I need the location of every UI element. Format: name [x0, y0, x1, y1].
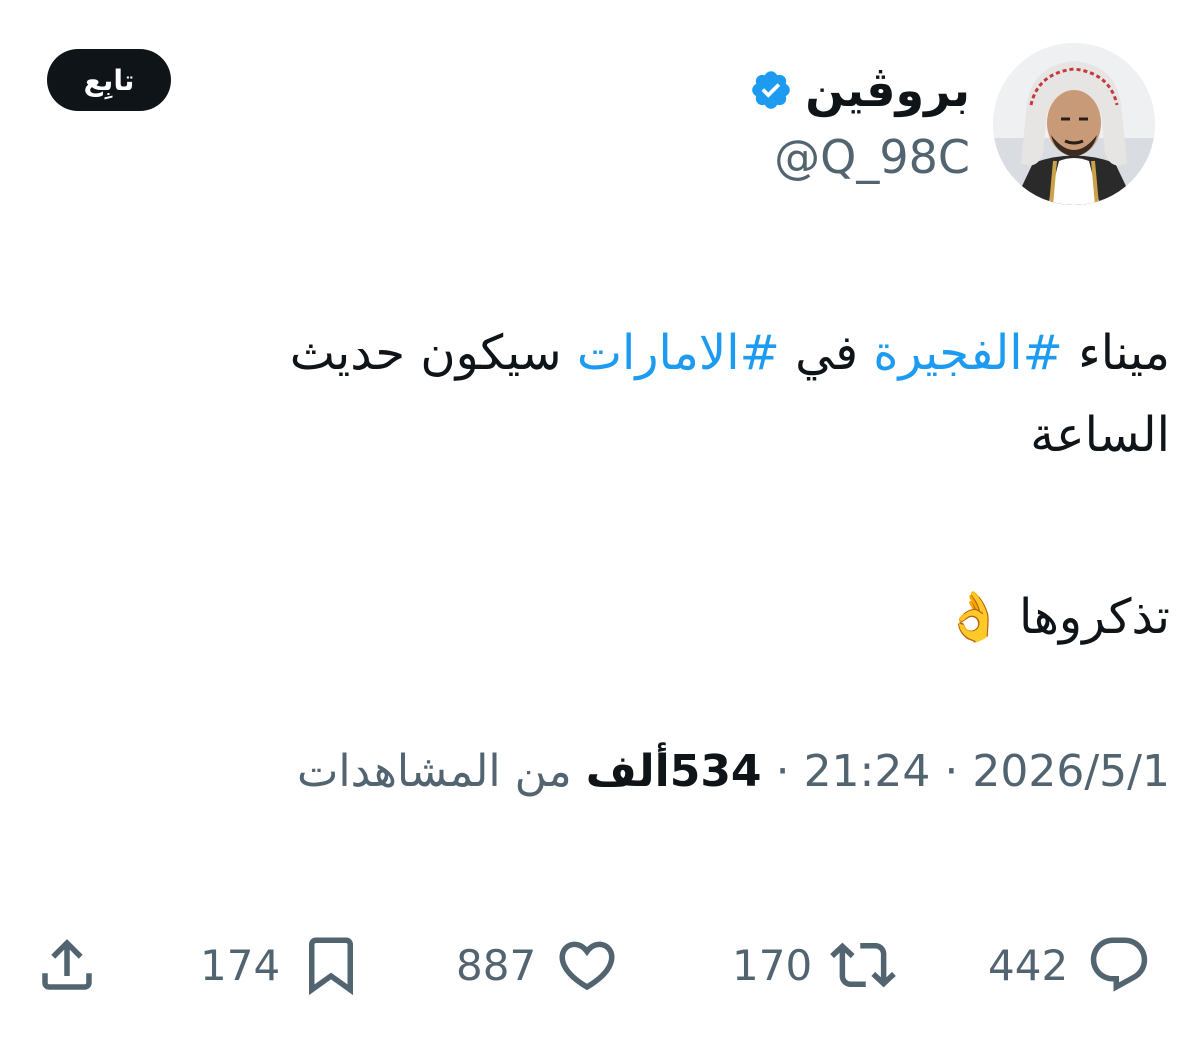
- tweet-text: ميناء #الفجيرة في #الامارات سيكون حديث ا…: [70, 312, 1170, 658]
- views-count: 534ألف: [585, 746, 762, 797]
- retweet-button[interactable]: 170: [732, 925, 896, 1005]
- reply-count: 442: [988, 940, 1069, 990]
- bookmark-count: 174: [200, 940, 281, 990]
- retweet-count: 170: [732, 940, 813, 990]
- tweet-line-1: ميناء #الفجيرة في #الامارات سيكون حديث: [70, 312, 1170, 394]
- tweet-date[interactable]: 2026/5/1: [972, 746, 1170, 797]
- tweet-word: تذكروها: [1018, 589, 1170, 645]
- retweet-icon: [830, 942, 896, 988]
- tweet-line-2: الساعة: [1030, 407, 1170, 463]
- tweet-word: سيكون حديث: [289, 325, 562, 381]
- tweet-word: في: [795, 325, 859, 381]
- hashtag-link[interactable]: #الفجيرة: [873, 325, 1063, 381]
- follow-button[interactable]: تابِع: [47, 49, 171, 111]
- tweet-word: ميناء: [1078, 325, 1170, 381]
- reply-button[interactable]: 442: [988, 925, 1152, 1005]
- bookmark-icon: [309, 937, 354, 996]
- profile-photo-icon: [993, 43, 1155, 205]
- tweet-line-3: تذكروها 👌: [70, 576, 1170, 658]
- avatar[interactable]: [993, 43, 1155, 205]
- views-label: من المشاهدات: [296, 746, 572, 797]
- verified-badge-icon: [752, 71, 791, 109]
- meta-separator: ·: [775, 746, 790, 797]
- author-name-row[interactable]: بروڤين: [749, 55, 970, 125]
- heart-icon: [559, 941, 615, 991]
- hashtag-link[interactable]: #الامارات: [577, 325, 780, 381]
- author-display-name[interactable]: بروڤين: [805, 67, 970, 113]
- bookmark-button[interactable]: 174: [200, 925, 364, 1005]
- share-button[interactable]: [34, 925, 100, 1005]
- tweet-meta: 2026/5/1 · 21:24 · 534ألف من المشاهدات: [297, 742, 1170, 802]
- like-count: 887: [456, 940, 537, 990]
- author-handle[interactable]: @Q_98C: [774, 130, 970, 185]
- reply-icon: [1090, 937, 1148, 992]
- ok-hand-emoji: 👌: [943, 589, 1004, 645]
- meta-separator: ·: [944, 746, 959, 797]
- like-button[interactable]: 887: [456, 925, 620, 1005]
- action-bar: 174 887 170 442: [0, 925, 1200, 1005]
- share-icon: [42, 939, 92, 990]
- tweet-time[interactable]: 21:24: [804, 746, 931, 797]
